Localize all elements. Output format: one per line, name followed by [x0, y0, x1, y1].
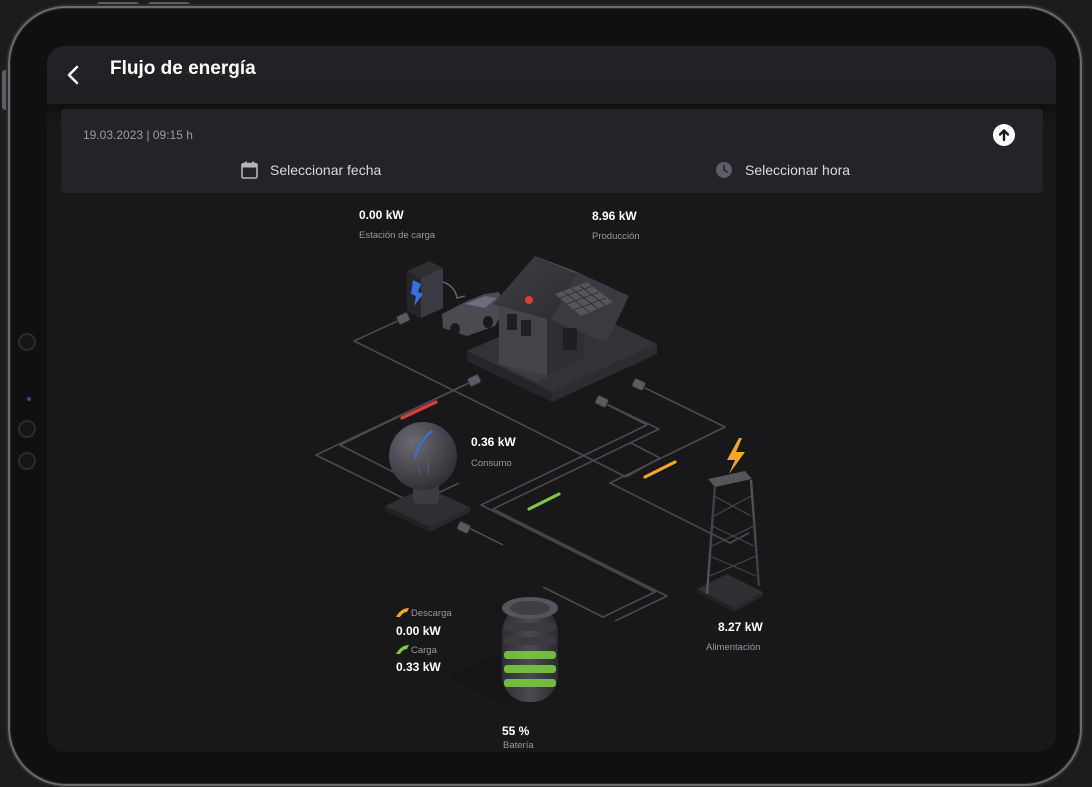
flow-indicator-red [400, 400, 438, 420]
production-value: 8.96 kW [592, 209, 637, 223]
house-illustration [467, 256, 657, 402]
charging-station-label: Estación de carga [359, 230, 436, 241]
discharge-value: 0.00 kW [396, 624, 441, 638]
consumption-value: 0.36 kW [471, 435, 516, 449]
grid-label: Alimentación [706, 642, 761, 653]
consumption-label: Consumo [471, 458, 512, 469]
discharge-label: Descarga [411, 608, 452, 619]
charging-station-value: 0.00 kW [359, 208, 404, 222]
pylon-illustration [697, 438, 763, 612]
grid-value: 8.27 kW [718, 620, 763, 634]
device-side-button [2, 70, 8, 110]
lightning-icon [727, 438, 745, 474]
battery-level-cells [504, 651, 556, 687]
discharge-icon [396, 608, 409, 617]
charge-label: Carga [411, 645, 437, 656]
energy-flow-diagram [315, 256, 763, 704]
battery-percent: 55 % [502, 724, 530, 738]
device-sensor [18, 333, 36, 351]
production-label: Producción [592, 231, 640, 242]
car-illustration [442, 292, 505, 336]
battery-label: Batería [503, 740, 534, 751]
battery-illustration [447, 597, 558, 704]
bulb-illustration [385, 422, 470, 532]
device-sensor [18, 452, 36, 470]
charge-value: 0.33 kW [396, 660, 441, 674]
device-camera [18, 420, 36, 438]
app-screen: Flujo de energía 19.03.2023 | 09:15 h Se… [47, 46, 1056, 752]
device-led [27, 397, 31, 401]
charge-icon [396, 645, 409, 654]
flow-indicator-green [527, 492, 561, 511]
